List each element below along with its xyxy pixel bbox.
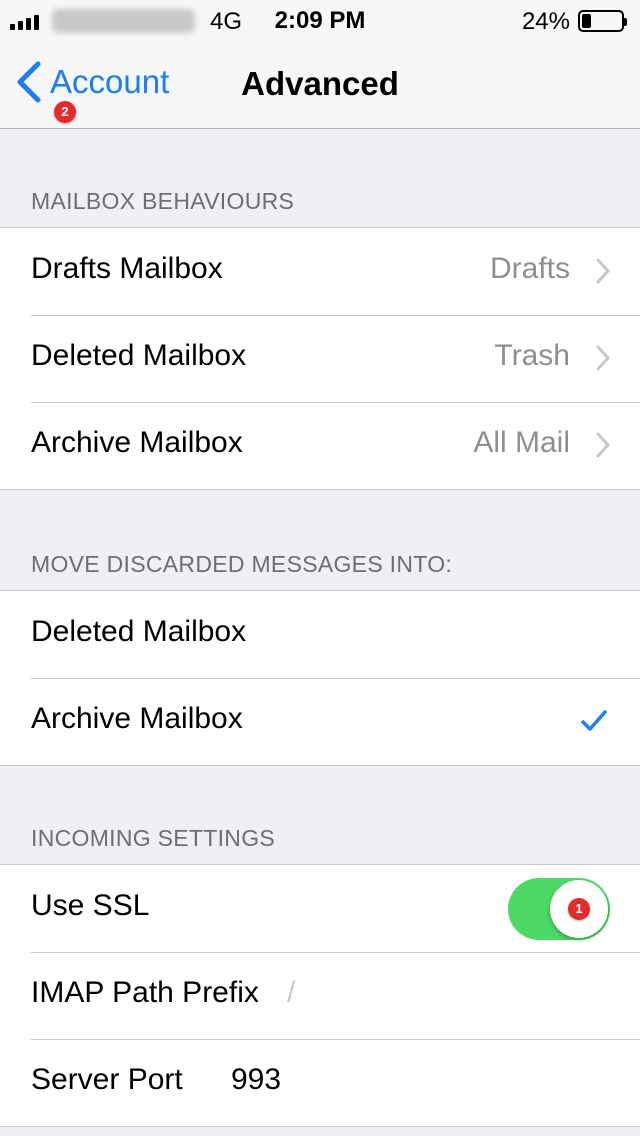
row-label: IMAP Path Prefix [31, 976, 259, 1009]
battery-percentage: 24% [521, 8, 570, 35]
row-label: Deleted Mailbox [31, 339, 247, 372]
battery-level-fill [582, 14, 591, 28]
server-port-row[interactable]: Server Port 993 [0, 1039, 640, 1126]
section-header-incoming-settings: INCOMING SETTINGS [31, 825, 276, 851]
chevron-right-icon [596, 432, 610, 458]
archive-mailbox-row[interactable]: Archive Mailbox All Mail [0, 402, 640, 489]
status-bar: 4G 2:09 PM 24% [0, 0, 640, 40]
option-archive-mailbox[interactable]: Archive Mailbox [0, 678, 640, 765]
row-value: Drafts [489, 252, 570, 285]
toggle-knob: 1 [550, 880, 608, 938]
row-label: Archive Mailbox [31, 426, 243, 459]
row-label: Archive Mailbox [31, 702, 243, 735]
incoming-settings-group: Use SSL 1 IMAP Path Prefix / Server Port… [0, 864, 640, 1127]
chevron-right-icon [596, 345, 610, 371]
deleted-mailbox-row[interactable]: Deleted Mailbox Trash [0, 315, 640, 402]
imap-path-prefix-field[interactable]: / [287, 976, 295, 1010]
row-label: Server Port [31, 1063, 183, 1096]
use-ssl-toggle[interactable]: 1 [508, 878, 610, 940]
battery-icon [578, 10, 627, 32]
option-deleted-mailbox[interactable]: Deleted Mailbox [0, 591, 640, 678]
notification-badge: 1 [568, 898, 590, 920]
row-value: Trash [494, 339, 570, 372]
row-label: Drafts Mailbox [31, 252, 223, 285]
chevron-right-icon [596, 258, 610, 284]
use-ssl-row: Use SSL 1 [0, 865, 640, 952]
server-port-field[interactable]: 993 [231, 1063, 281, 1097]
section-header-move-discarded: MOVE DISCARDED MESSAGES INTO: [31, 551, 453, 577]
drafts-mailbox-row[interactable]: Drafts Mailbox Drafts [0, 228, 640, 315]
mailbox-behaviours-group: Drafts Mailbox Drafts Deleted Mailbox Tr… [0, 227, 640, 490]
notification-badge: 2 [54, 101, 76, 123]
navigation-bar: Account 2 Advanced [0, 40, 640, 129]
row-label: Deleted Mailbox [31, 615, 247, 648]
move-discarded-group: Deleted Mailbox Archive Mailbox [0, 590, 640, 766]
section-header-mailbox-behaviours: MAILBOX BEHAVIOURS [31, 188, 295, 214]
checkmark-icon [581, 710, 607, 731]
imap-path-prefix-row[interactable]: IMAP Path Prefix / [0, 952, 640, 1039]
row-label: Use SSL [31, 889, 150, 922]
page-title: Advanced [0, 65, 640, 103]
row-value: All Mail [473, 426, 570, 459]
page-title-text: Advanced [241, 65, 399, 102]
